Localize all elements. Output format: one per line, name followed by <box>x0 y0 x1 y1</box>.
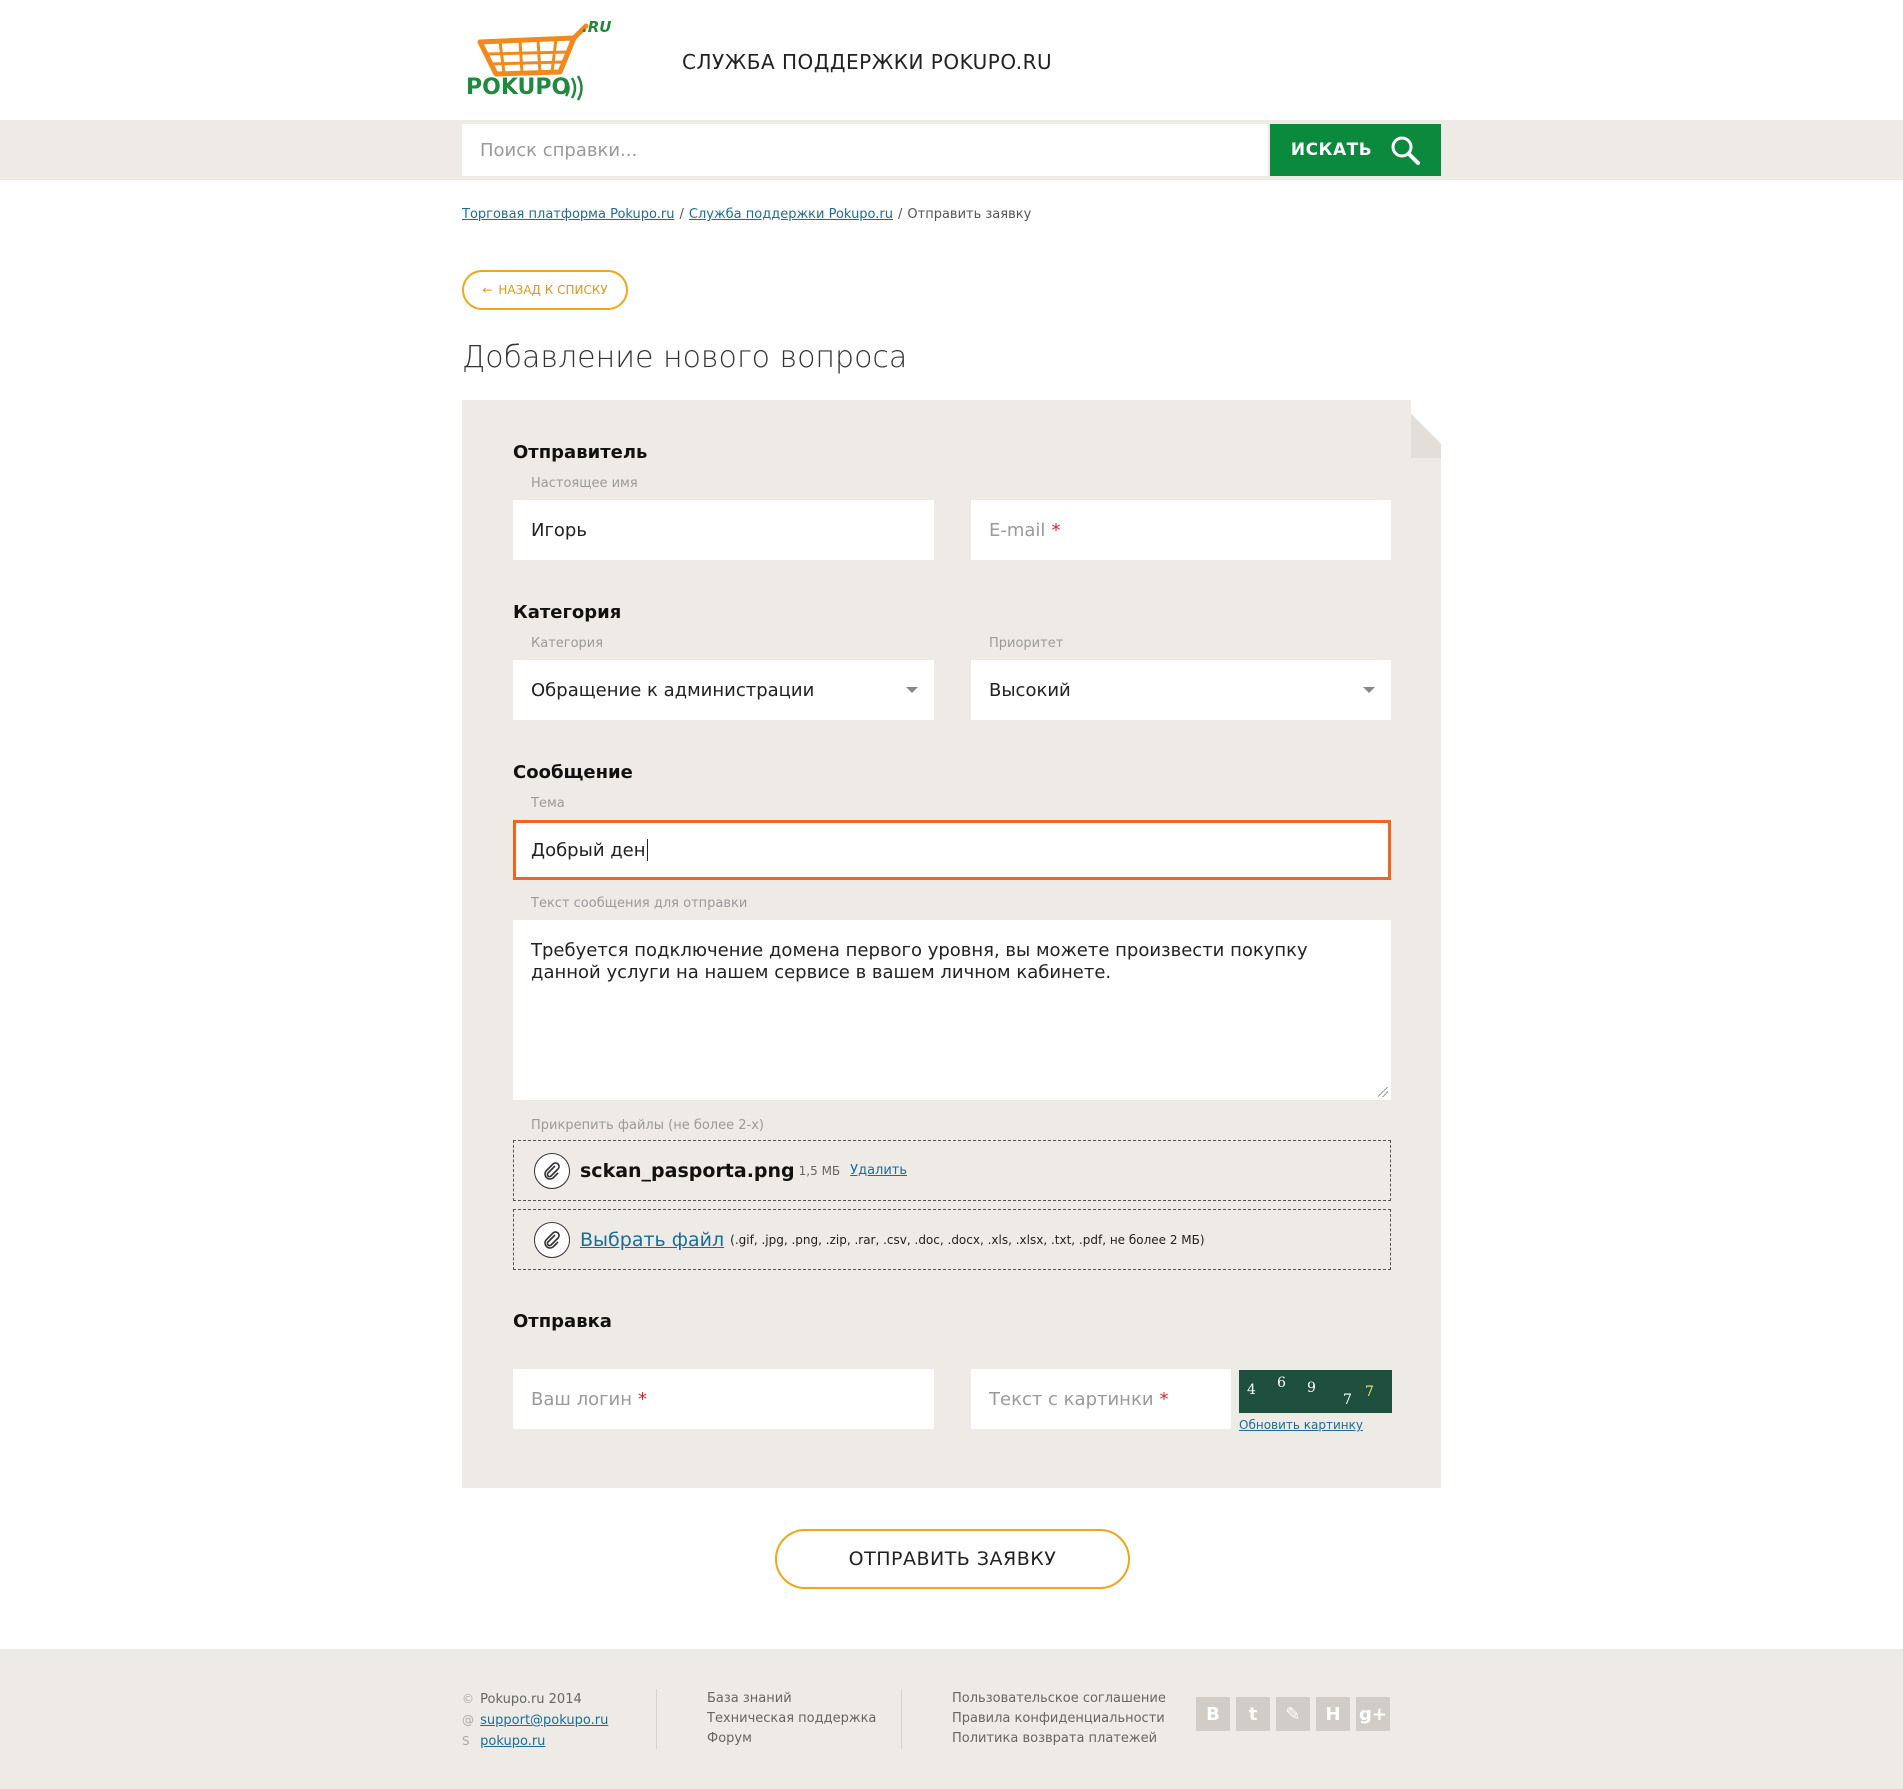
captcha-placeholder: Текст с картинки <box>989 1388 1154 1410</box>
name-value: Игорь <box>531 519 587 541</box>
svg-text:.RU: .RU <box>582 20 611 36</box>
email-field[interactable]: E-mail * <box>971 500 1391 560</box>
chevron-down-icon <box>1363 687 1375 693</box>
footer-link-user-agreement[interactable]: Пользовательское соглашение <box>952 1689 1166 1709</box>
section-title-send: Отправка <box>513 1311 612 1332</box>
skype-icon: S <box>462 1734 470 1748</box>
footer-divider <box>656 1689 657 1749</box>
ticket-form: Отправитель Настоящее имя Игорь E-mail * … <box>462 400 1441 1488</box>
footer-link-tech-support[interactable]: Техническая поддержка <box>707 1709 876 1729</box>
search-button-label: ИСКАТЬ <box>1290 140 1373 160</box>
footer-skype-link[interactable]: pokupo.ru <box>480 1734 545 1749</box>
section-title-category: Категория <box>513 602 622 623</box>
arrow-left-icon: ← <box>482 283 493 297</box>
subject-field[interactable]: Добрый ден <box>513 820 1391 880</box>
footer-email-link[interactable]: support@pokupo.ru <box>480 1713 608 1728</box>
captcha-char: 9 <box>1307 1380 1316 1396</box>
header: POKUPO .RU СЛУЖБА ПОДДЕРЖКИ POKUPO.RU <box>0 0 1903 120</box>
pokupo-logo[interactable]: POKUPO .RU <box>462 18 622 102</box>
section-title-message: Сообщение <box>513 762 633 783</box>
submit-ticket-button[interactable]: ОТПРАВИТЬ ЗАЯВКУ <box>775 1529 1130 1589</box>
priority-select[interactable]: Высокий <box>971 660 1391 720</box>
search-icon <box>1391 136 1421 165</box>
footer-link-refund-policy[interactable]: Политика возврата платежей <box>952 1729 1166 1749</box>
captcha-image: 4 6 9 7 7 <box>1239 1370 1392 1413</box>
back-to-list-button[interactable]: ← НАЗАД К СПИСКУ <box>462 270 628 310</box>
captcha-char: 7 <box>1343 1392 1352 1408</box>
breadcrumb: Торговая платформа Pokupo.ru / Служба подд… <box>462 207 1032 222</box>
twitter-icon[interactable]: t <box>1236 1697 1270 1731</box>
required-mark: * <box>638 1388 648 1410</box>
page-title: Добавление нового вопроса <box>462 340 908 375</box>
message-line-2: данной услуги на нашем сервисе в вашем л… <box>531 962 1112 983</box>
breadcrumb-link-platform[interactable]: Торговая платформа Pokupo.ru <box>462 207 674 222</box>
refresh-captcha-link[interactable]: Обновить картинку <box>1239 1418 1363 1432</box>
login-placeholder: Ваш логин <box>531 1388 633 1410</box>
choose-file-row[interactable]: Выбрать файл (.gif, .jpg, .png, .zip, .r… <box>513 1209 1391 1270</box>
hh-icon[interactable]: H <box>1316 1697 1350 1731</box>
name-label: Настоящее имя <box>531 476 638 491</box>
footer-links-legal: Пользовательское соглашение Правила конф… <box>952 1689 1166 1749</box>
email-placeholder: E-mail <box>989 519 1046 541</box>
attached-file-row: sckan_pasporta.png 1,5 МБ Удалить <box>513 1140 1391 1201</box>
chevron-down-icon <box>906 687 918 693</box>
back-to-list-label: НАЗАД К СПИСКУ <box>498 283 608 297</box>
livejournal-icon[interactable]: ✎ <box>1276 1697 1310 1731</box>
paperclip-icon <box>534 1152 570 1189</box>
google-plus-icon[interactable]: g+ <box>1356 1697 1390 1731</box>
file-types-hint: (.gif, .jpg, .png, .zip, .rar, .csv, .do… <box>730 1232 1205 1247</box>
cart-logo-icon: POKUPO .RU <box>466 18 611 101</box>
category-label: Категория <box>531 636 604 651</box>
subject-label: Тема <box>531 796 565 811</box>
attach-label: Прикрепить файлы (не более 2-х) <box>531 1118 764 1133</box>
captcha-char: 7 <box>1365 1384 1374 1400</box>
search-bar: ИСКАТЬ <box>0 120 1903 180</box>
breadcrumb-current: Отправить заявку <box>907 207 1032 222</box>
footer-links-help: База знаний Техническая поддержка Форум <box>707 1689 876 1749</box>
subject-value: Добрый ден <box>531 839 646 861</box>
text-cursor <box>646 839 648 861</box>
footer-divider <box>901 1689 902 1749</box>
required-mark: * <box>1051 519 1061 541</box>
category-select[interactable]: Обращение к администрации <box>513 660 934 720</box>
footer-link-forum[interactable]: Форум <box>707 1729 876 1749</box>
footer-copyright: Pokupo.ru 2014 <box>480 1692 582 1707</box>
category-value: Обращение к администрации <box>531 679 815 701</box>
login-field[interactable]: Ваш логин * <box>513 1369 934 1429</box>
folded-corner <box>1411 400 1441 458</box>
priority-label: Приоритет <box>989 636 1064 651</box>
svg-text:POKUPO: POKUPO <box>466 75 570 100</box>
message-text-label: Текст сообщения для отправки <box>531 896 748 911</box>
captcha-field[interactable]: Текст с картинки * <box>971 1369 1231 1429</box>
captcha-char: 4 <box>1247 1382 1256 1398</box>
name-field[interactable]: Игорь <box>513 500 934 560</box>
section-title-sender: Отправитель <box>513 442 648 463</box>
at-icon: @ <box>462 1713 474 1727</box>
captcha-char: 6 <box>1277 1375 1286 1391</box>
footer: © Pokupo.ru 2014 @ support@pokupo.ru S p… <box>0 1649 1903 1789</box>
attached-file-size: 1,5 МБ <box>798 1163 841 1178</box>
footer-link-knowledge-base[interactable]: База знаний <box>707 1689 876 1709</box>
footer-contacts: © Pokupo.ru 2014 @ support@pokupo.ru S p… <box>462 1689 608 1752</box>
search-button[interactable]: ИСКАТЬ <box>1270 124 1441 176</box>
resize-handle-icon[interactable] <box>1378 1087 1388 1097</box>
footer-link-privacy[interactable]: Правила конфиденциальности <box>952 1709 1166 1729</box>
attached-file-name: sckan_pasporta.png <box>580 1159 795 1182</box>
choose-file-link[interactable]: Выбрать файл <box>580 1229 724 1251</box>
paperclip-icon <box>534 1221 570 1258</box>
message-line-1: Требуется подключение домена первого уро… <box>531 940 1308 961</box>
site-title: СЛУЖБА ПОДДЕРЖКИ POKUPO.RU <box>682 50 1053 74</box>
delete-file-link[interactable]: Удалить <box>850 1163 907 1178</box>
required-mark: * <box>1159 1388 1169 1410</box>
vk-icon[interactable]: В <box>1196 1697 1230 1731</box>
search-input[interactable] <box>462 124 1268 176</box>
message-textarea[interactable]: Требуется подключение домена первого уро… <box>513 920 1391 1100</box>
breadcrumb-link-support[interactable]: Служба поддержки Pokupo.ru <box>689 207 893 222</box>
copyright-icon: © <box>462 1692 474 1706</box>
priority-value: Высокий <box>989 679 1071 701</box>
